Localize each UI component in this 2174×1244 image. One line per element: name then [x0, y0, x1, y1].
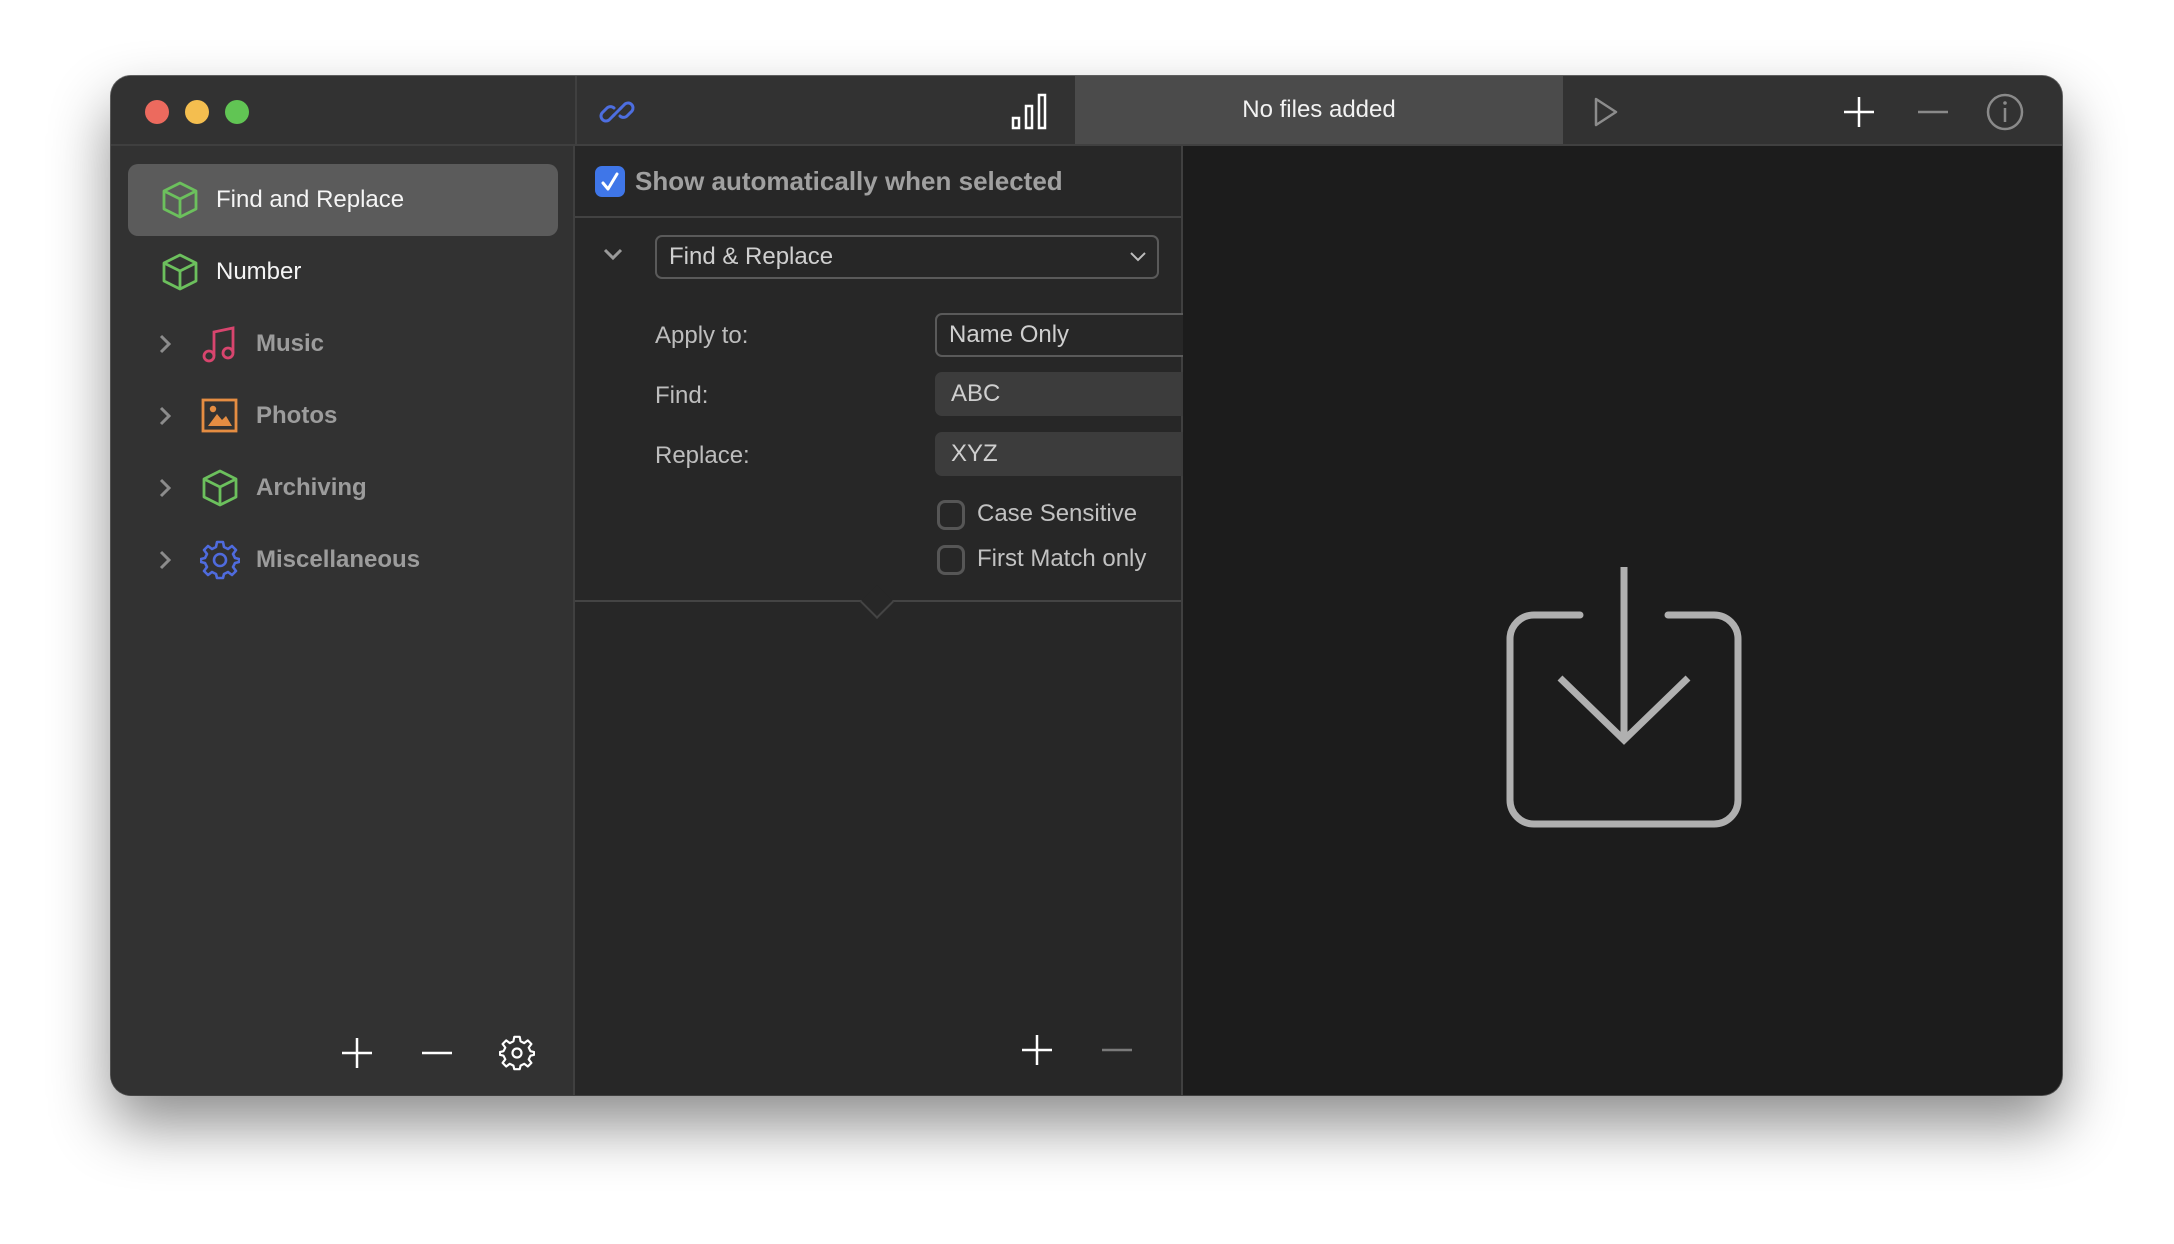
action-panel: Show automatically when selected Find & …	[575, 146, 1269, 1095]
maximize-window-button[interactable]	[225, 100, 249, 124]
first-match-checkbox[interactable]	[937, 545, 965, 575]
sidebar-settings-button[interactable]	[497, 1033, 537, 1073]
find-label: Find:	[655, 382, 709, 409]
music-note-icon	[202, 326, 235, 363]
add-files-button[interactable]	[1839, 92, 1879, 132]
file-drop-zone[interactable]	[1183, 146, 2062, 1095]
add-action-button[interactable]	[1017, 1030, 1057, 1070]
sidebar-item-label: Archiving	[256, 474, 367, 501]
case-sensitive-checkbox[interactable]	[937, 500, 965, 530]
sidebar-item-label: Photos	[256, 402, 338, 429]
apply-to-label: Apply to:	[655, 322, 749, 349]
minus-icon	[1102, 1048, 1132, 1052]
run-button[interactable]	[1585, 92, 1625, 132]
sidebar-item-number[interactable]: Number	[128, 236, 558, 308]
info-button[interactable]	[1983, 90, 2027, 134]
sidebar-item-label: Music	[256, 330, 325, 357]
sidebar-item-archiving[interactable]: Archiving	[128, 452, 558, 524]
play-icon	[1594, 97, 1618, 127]
link-button[interactable]	[595, 90, 639, 134]
status-display: No files added	[1075, 76, 1563, 146]
sidebar-footer	[111, 1015, 573, 1095]
action-panel-footer	[575, 1015, 1181, 1095]
minimize-window-button[interactable]	[185, 100, 209, 124]
info-icon	[1986, 93, 2024, 131]
gear-icon	[499, 1035, 535, 1071]
action-type-value: Find & Replace	[669, 243, 834, 270]
action-toolbar	[575, 76, 1075, 146]
sidebar: Find and Replace Number Music Photos Arc…	[111, 146, 575, 1095]
sidebar-item-music[interactable]: Music	[128, 308, 558, 380]
plus-icon	[1844, 97, 1874, 127]
sidebar-item-label: Miscellaneous	[256, 546, 421, 573]
chevron-right-icon[interactable]	[156, 332, 174, 356]
sidebar-item-find-and-replace[interactable]: Find and Replace	[128, 164, 558, 236]
replace-value: XYZ	[951, 440, 998, 467]
plus-icon	[342, 1038, 372, 1068]
chevron-right-icon[interactable]	[156, 404, 174, 428]
chevron-right-icon[interactable]	[156, 548, 174, 572]
find-value: ABC	[951, 380, 1001, 407]
remove-files-button[interactable]	[1913, 92, 1953, 132]
show-automatically-checkbox[interactable]	[595, 166, 625, 197]
sidebar-item-label: Find and Replace	[216, 186, 405, 213]
cube-icon	[202, 469, 238, 507]
action-type-select[interactable]: Find & Replace	[655, 235, 1159, 279]
replace-label: Replace:	[655, 442, 750, 469]
find-replace-action: Find & Replace Apply to: Name Only Find:…	[575, 218, 1269, 602]
first-match-label: First Match only	[977, 545, 1147, 572]
sidebar-item-label: Number	[216, 258, 302, 285]
sidebar-item-miscellaneous[interactable]: Miscellaneous	[128, 524, 558, 596]
show-automatically-row: Show automatically when selected	[575, 146, 1181, 218]
cube-icon	[162, 181, 198, 219]
gear-icon	[200, 540, 240, 580]
plus-icon	[1022, 1035, 1052, 1065]
cube-icon	[162, 253, 198, 291]
statistics-button[interactable]	[1007, 90, 1051, 134]
minus-icon	[1918, 110, 1948, 114]
chevron-down-icon	[1130, 252, 1146, 262]
close-window-button[interactable]	[145, 100, 169, 124]
sidebar-item-photos[interactable]: Photos	[128, 380, 558, 452]
photo-icon	[201, 398, 238, 433]
remove-action-button[interactable]	[1097, 1030, 1137, 1070]
chevron-right-icon[interactable]	[156, 476, 174, 500]
sidebar-titlebar	[111, 76, 575, 146]
link-icon	[599, 101, 635, 123]
case-sensitive-label: Case Sensitive	[977, 500, 1138, 527]
apply-to-value: Name Only	[949, 321, 1070, 348]
file-toolbar	[1563, 76, 2062, 146]
download-tray-icon	[1506, 567, 1742, 828]
title-bar: No files added	[111, 76, 2062, 146]
bar-chart-icon	[1011, 93, 1047, 130]
minus-icon	[422, 1051, 452, 1055]
show-automatically-label: Show automatically when selected	[635, 166, 1063, 196]
add-action-set-button[interactable]	[337, 1033, 377, 1073]
checkmark-icon	[601, 172, 619, 190]
remove-action-set-button[interactable]	[417, 1033, 457, 1073]
chevron-down-icon[interactable]	[601, 246, 625, 262]
app-window: No files added Find and Replace Number M…	[111, 76, 2062, 1095]
status-text: No files added	[1242, 96, 1396, 123]
